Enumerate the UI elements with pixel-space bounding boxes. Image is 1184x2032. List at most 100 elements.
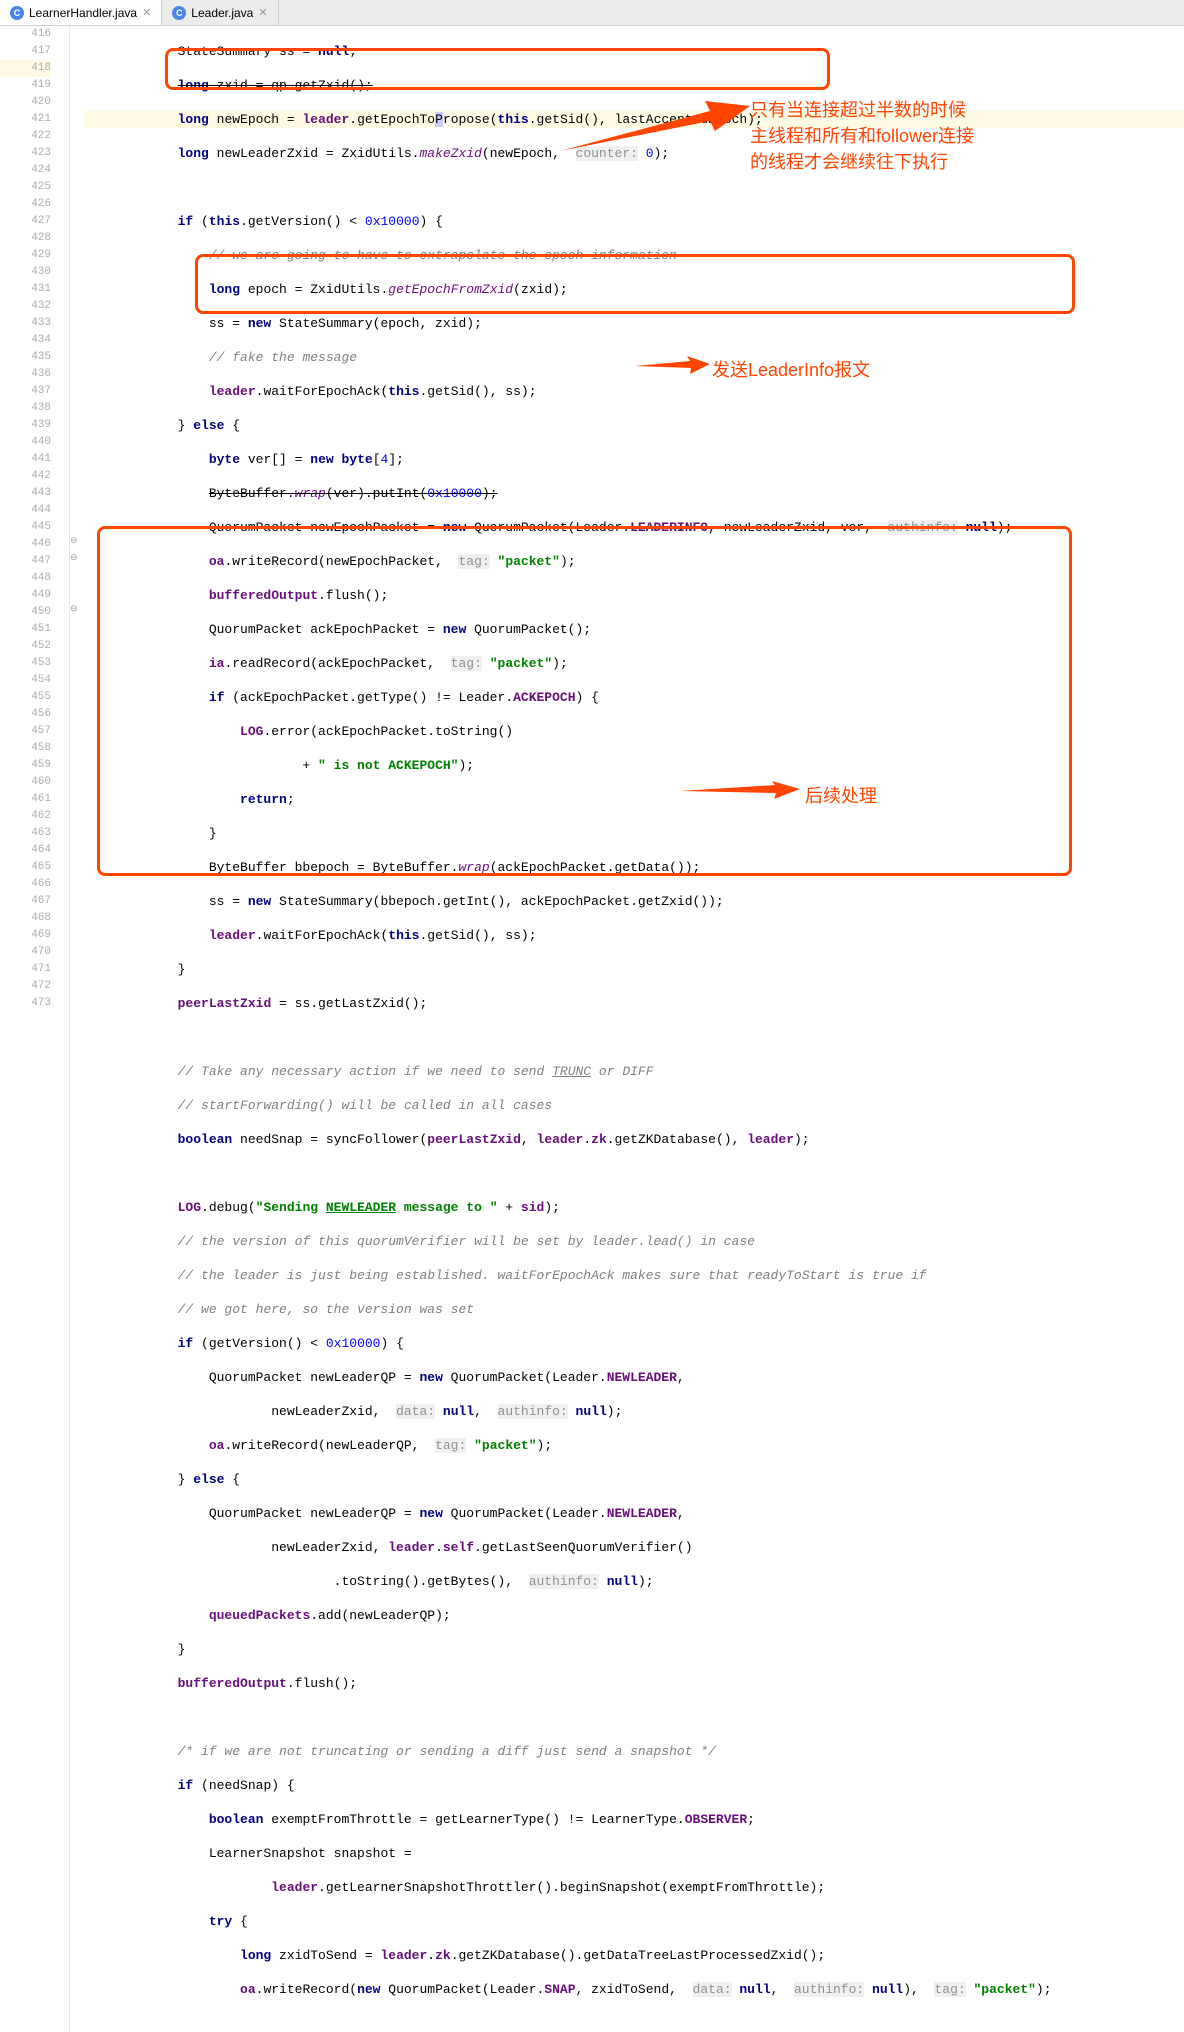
code-line: ss = new StateSummary(epoch, zxid); [84, 315, 1184, 332]
code-content[interactable]: StateSummary ss = null; long zxid = qp.g… [70, 26, 1184, 2032]
code-line [84, 1029, 1184, 1046]
line-number: 447 [0, 553, 51, 570]
line-number: 453 [0, 655, 51, 672]
code-line: leader.waitForEpochAck(this.getSid(), ss… [84, 927, 1184, 944]
code-line: StateSummary ss = null; [84, 43, 1184, 60]
line-number: 441 [0, 451, 51, 468]
java-class-icon: C [172, 6, 186, 20]
code-line: /* if we are not truncating or sending a… [84, 1743, 1184, 1760]
code-line: long zxid = qp.getZxid(); [84, 77, 1184, 94]
line-number: 454 [0, 672, 51, 689]
line-number: 436 [0, 366, 51, 383]
code-line: .toString().getBytes(), authinfo: null); [84, 1573, 1184, 1590]
tab-label: LearnerHandler.java [29, 6, 137, 20]
line-number: 470 [0, 944, 51, 961]
code-line: ia.readRecord(ackEpochPacket, tag: "pack… [84, 655, 1184, 672]
line-number: 428 [0, 230, 51, 247]
code-line: oa.writeRecord(new QuorumPacket(Leader.S… [84, 1981, 1184, 1998]
code-line: // the leader is just being established.… [84, 1267, 1184, 1284]
code-line: + " is not ACKEPOCH"); [84, 757, 1184, 774]
line-number: 461 [0, 791, 51, 808]
line-number: 426 [0, 196, 51, 213]
code-line: QuorumPacket newLeaderQP = new QuorumPac… [84, 1505, 1184, 1522]
line-number: 442 [0, 468, 51, 485]
line-number: 422 [0, 128, 51, 145]
code-line: QuorumPacket ackEpochPacket = new Quorum… [84, 621, 1184, 638]
code-line: LOG.error(ackEpochPacket.toString() [84, 723, 1184, 740]
code-line: // Take any necessary action if we need … [84, 1063, 1184, 1080]
line-number: 455 [0, 689, 51, 706]
line-number: 451 [0, 621, 51, 638]
code-line: try { [84, 1913, 1184, 1930]
code-line: newLeaderZxid, leader.self.getLastSeenQu… [84, 1539, 1184, 1556]
line-number: 445 [0, 519, 51, 536]
line-number: 423 [0, 145, 51, 162]
code-line: if (needSnap) { [84, 1777, 1184, 1794]
code-line [84, 179, 1184, 196]
line-number: 429 [0, 247, 51, 264]
code-line: bufferedOutput.flush(); [84, 1675, 1184, 1692]
line-number: 439 [0, 417, 51, 434]
line-number: 420 [0, 94, 51, 111]
code-line: } else { [84, 1471, 1184, 1488]
code-line: long newLeaderZxid = ZxidUtils.makeZxid(… [84, 145, 1184, 162]
line-number: 440 [0, 434, 51, 451]
line-number: 473 [0, 995, 51, 1012]
close-icon[interactable]: ✕ [258, 6, 267, 19]
code-line: } else { [84, 417, 1184, 434]
code-line: QuorumPacket newEpochPacket = new Quorum… [84, 519, 1184, 536]
line-number: 417 [0, 43, 51, 60]
code-line: byte ver[] = new byte[4]; [84, 451, 1184, 468]
code-line: if (getVersion() < 0x10000) { [84, 1335, 1184, 1352]
code-line: LearnerSnapshot snapshot = [84, 1845, 1184, 1862]
code-line: } [84, 825, 1184, 842]
line-number: 431 [0, 281, 51, 298]
line-number: 472 [0, 978, 51, 995]
line-number: 421 [0, 111, 51, 128]
code-line: leader.getLearnerSnapshotThrottler().beg… [84, 1879, 1184, 1896]
line-number: 468 [0, 910, 51, 927]
line-number: 458 [0, 740, 51, 757]
editor-area[interactable]: 4164174184194204214224234244254264274284… [0, 26, 1184, 2032]
code-line: boolean exemptFromThrottle = getLearnerT… [84, 1811, 1184, 1828]
code-line: // we are going to have to extrapolate t… [84, 247, 1184, 264]
line-number: 418 [0, 60, 51, 77]
line-number: 450 [0, 604, 51, 621]
code-line: ByteBuffer bbepoch = ByteBuffer.wrap(ack… [84, 859, 1184, 876]
java-class-icon: C [10, 6, 24, 20]
line-number: 462 [0, 808, 51, 825]
tab-label: Leader.java [191, 6, 253, 20]
code-line: // we got here, so the version was set [84, 1301, 1184, 1318]
code-line: LOG.debug("Sending NEWLEADER message to … [84, 1199, 1184, 1216]
line-number: 465 [0, 859, 51, 876]
line-number: 463 [0, 825, 51, 842]
code-line [84, 1165, 1184, 1182]
code-line: // startForwarding() will be called in a… [84, 1097, 1184, 1114]
code-line: oa.writeRecord(newEpochPacket, tag: "pac… [84, 553, 1184, 570]
line-number: 435 [0, 349, 51, 366]
line-number: 467 [0, 893, 51, 910]
line-number: 456 [0, 706, 51, 723]
close-icon[interactable]: ✕ [142, 6, 151, 19]
tab-leader[interactable]: C Leader.java ✕ [162, 0, 278, 25]
line-number: 446 [0, 536, 51, 553]
line-number: 434 [0, 332, 51, 349]
tab-learnerhandler[interactable]: C LearnerHandler.java ✕ [0, 0, 162, 25]
code-line: } [84, 961, 1184, 978]
code-line: newLeaderZxid, data: null, authinfo: nul… [84, 1403, 1184, 1420]
line-number: 438 [0, 400, 51, 417]
line-number: 471 [0, 961, 51, 978]
code-line: // fake the message [84, 349, 1184, 366]
code-line: long epoch = ZxidUtils.getEpochFromZxid(… [84, 281, 1184, 298]
code-line: boolean needSnap = syncFollower(peerLast… [84, 1131, 1184, 1148]
line-number: 459 [0, 757, 51, 774]
code-line: bufferedOutput.flush(); [84, 587, 1184, 604]
line-number: 430 [0, 264, 51, 281]
code-line: ss = new StateSummary(bbepoch.getInt(), … [84, 893, 1184, 910]
code-line: if (ackEpochPacket.getType() != Leader.A… [84, 689, 1184, 706]
code-line: long newEpoch = leader.getEpochToPropose… [84, 111, 1184, 128]
code-line: ByteBuffer.wrap(ver).putInt(0x10000); [84, 485, 1184, 502]
code-line: return; [84, 791, 1184, 808]
code-line: queuedPackets.add(newLeaderQP); [84, 1607, 1184, 1624]
code-line: oa.writeRecord(newLeaderQP, tag: "packet… [84, 1437, 1184, 1454]
